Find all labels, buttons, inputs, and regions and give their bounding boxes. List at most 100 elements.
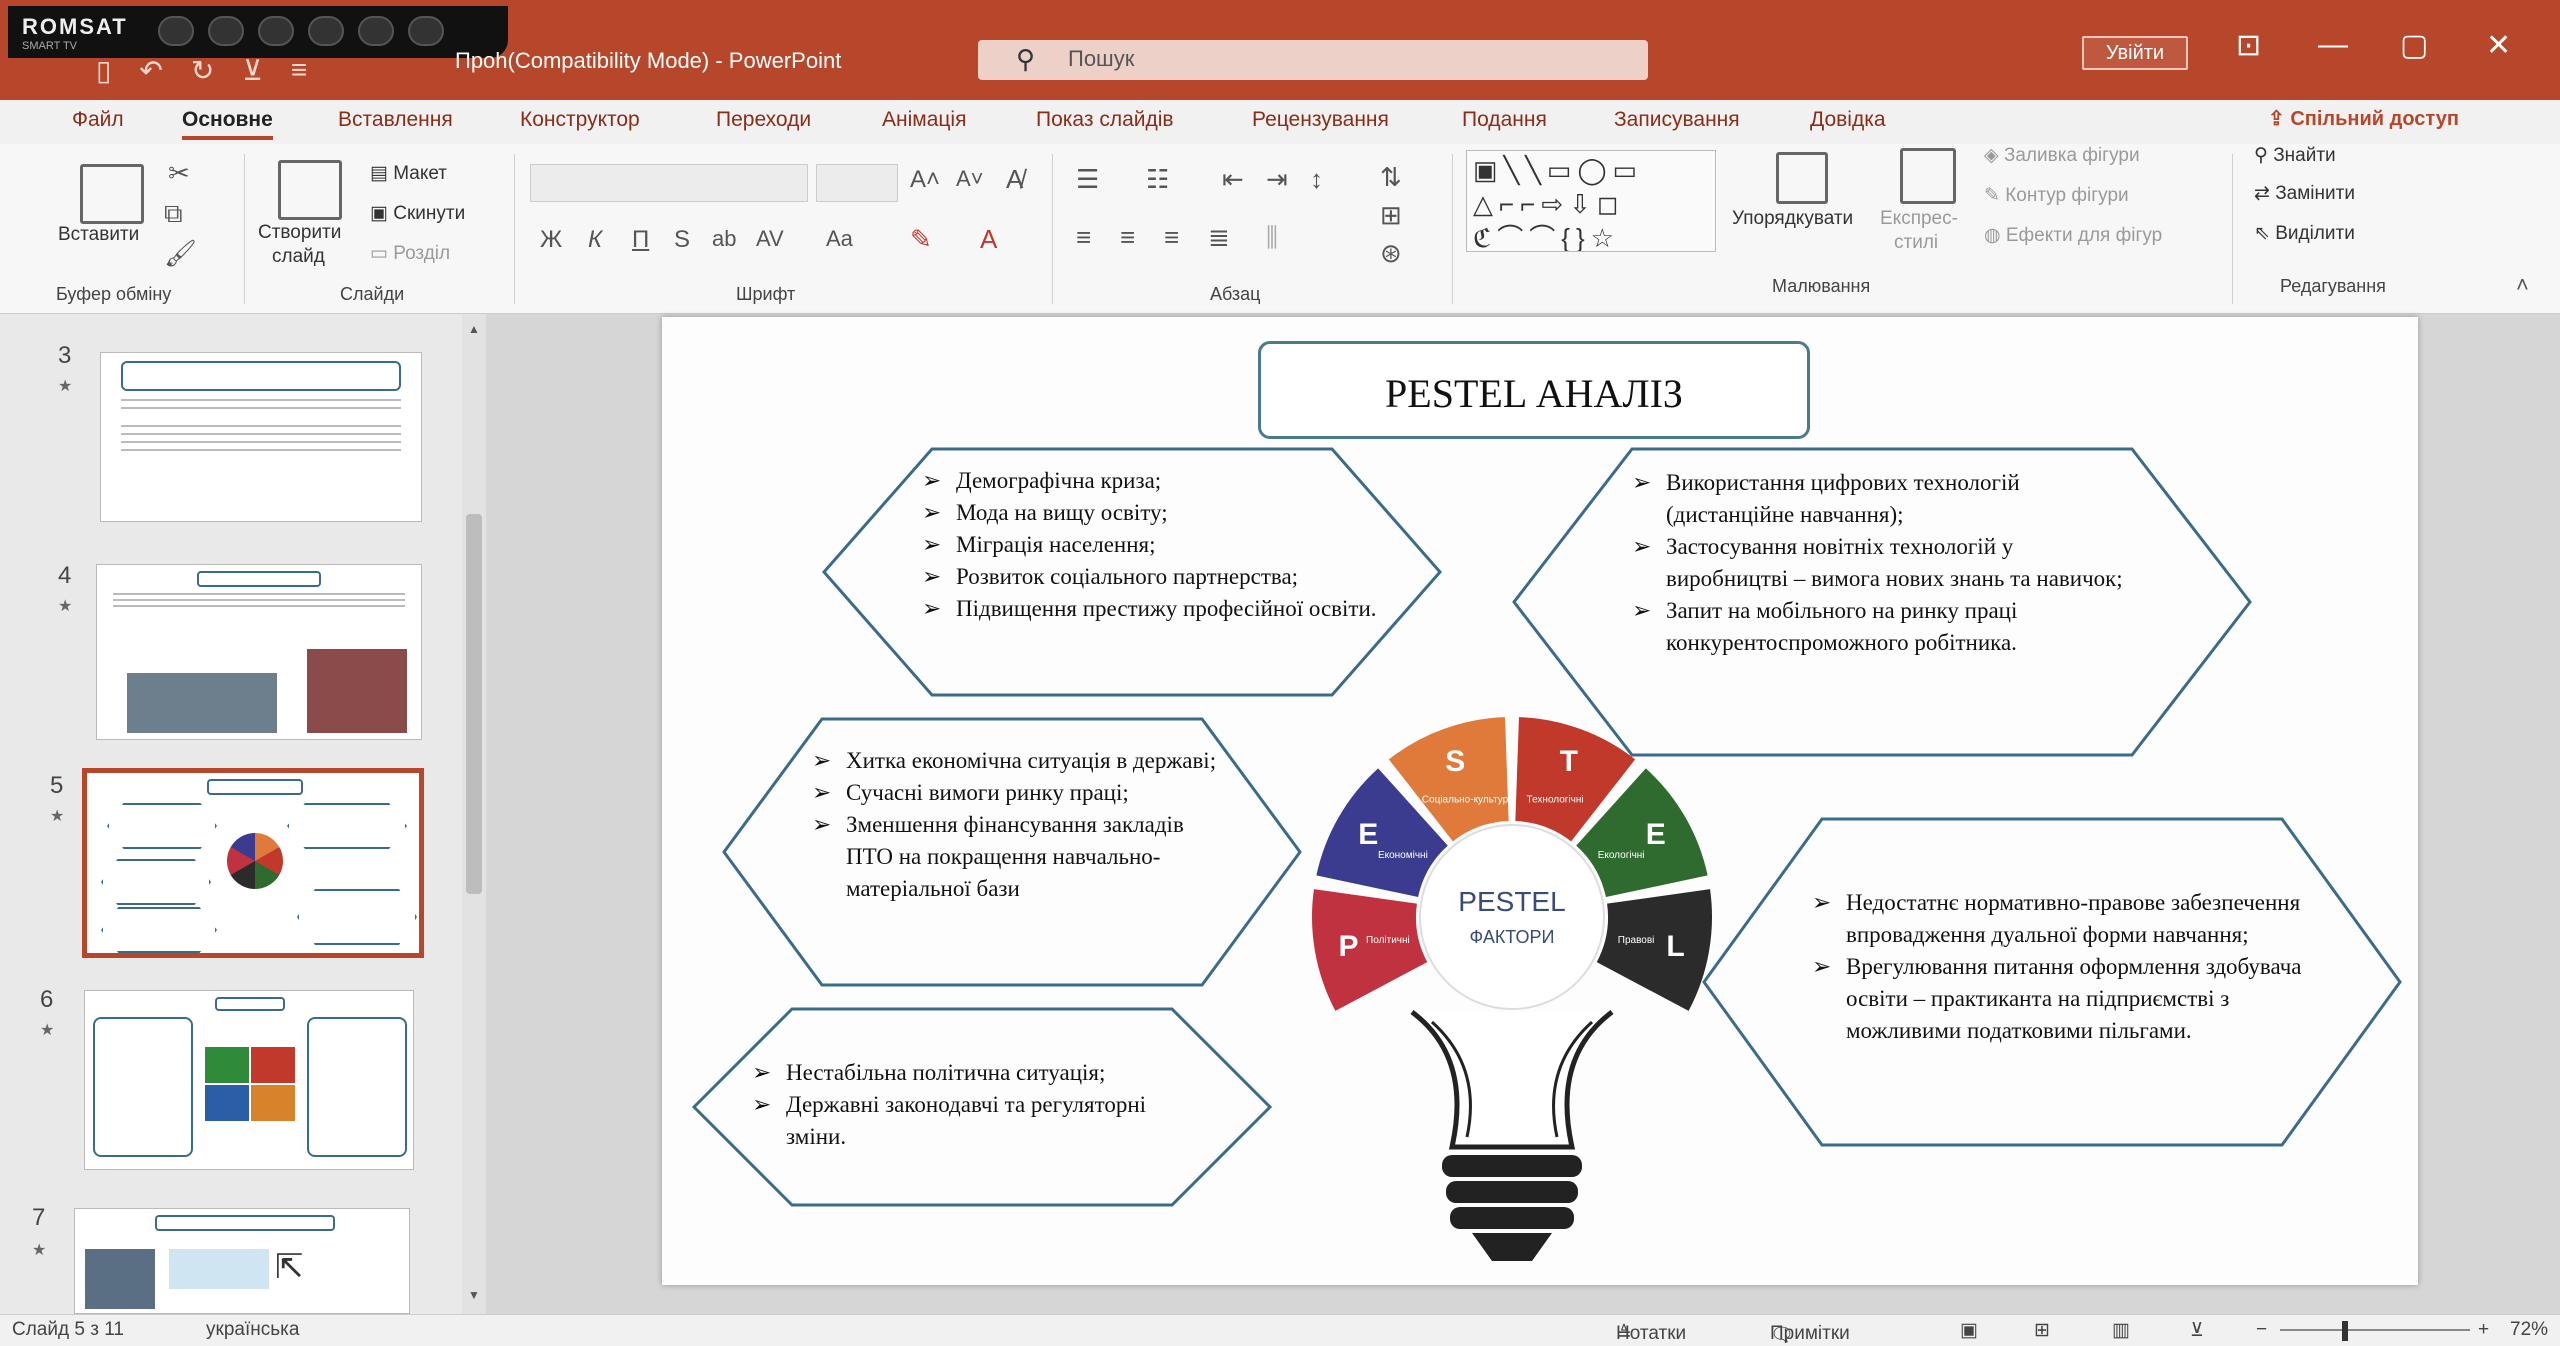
reading-view-icon[interactable]: ▥ [2112, 1319, 2130, 1342]
change-case-button[interactable]: Aa [826, 226, 853, 252]
copy-icon[interactable]: ⧉ [164, 198, 183, 230]
quick-styles-icon[interactable] [1900, 148, 1956, 204]
zoom-slider[interactable] [2280, 1329, 2470, 1331]
italic-button[interactable]: К [588, 226, 602, 254]
close-icon[interactable]: ✕ [2486, 28, 2511, 63]
slide-title[interactable]: PESTEL АНАЛІЗ [1258, 341, 1810, 439]
tab-help[interactable]: Довідка [1810, 108, 1886, 132]
columns-icon[interactable]: ⫼ [1266, 222, 1278, 254]
redo-icon[interactable]: ↻ [191, 54, 214, 87]
slide-thumbnail[interactable] [96, 564, 422, 740]
shadow-button[interactable]: S [674, 226, 690, 254]
select-button[interactable]: ⇖ Виділити [2254, 222, 2355, 245]
new-slide-icon[interactable] [278, 160, 342, 220]
find-button[interactable]: ⚲ Знайти [2254, 144, 2336, 167]
new-slide-label-2[interactable]: слайд [272, 246, 325, 268]
save-icon[interactable]: ▯ [96, 54, 111, 87]
grow-font-icon[interactable]: A˄ [910, 166, 940, 194]
scrollbar-thumb[interactable] [466, 514, 482, 894]
slide-sorter-icon[interactable]: ⊞ [2034, 1319, 2050, 1342]
zoom-slider-thumb[interactable] [2342, 1321, 2348, 1341]
social-factors-box[interactable]: Демографічна криза; Мода на вищу освіту;… [822, 447, 1442, 697]
shape-fill-button[interactable]: ◈ Заливка фігури [1984, 144, 2140, 167]
align-text-icon[interactable]: ⊞ [1380, 200, 1402, 231]
quick-styles-label-1[interactable]: Експрес- [1880, 208, 1958, 230]
slide-number: 3 [58, 342, 72, 369]
slide-thumbnail-selected[interactable] [82, 768, 424, 958]
reset-button[interactable]: ▣ Скинути [370, 202, 465, 225]
shape-outline-button[interactable]: ✎ Контур фігури [1984, 184, 2129, 207]
smartart-icon[interactable]: ⊛ [1380, 238, 1402, 269]
search-box[interactable]: ⚲ Пошук [978, 40, 1648, 80]
font-name-dropdown[interactable] [530, 164, 808, 202]
legal-factors-box[interactable]: Недостатнє нормативно-правове забезпечен… [1702, 817, 2402, 1147]
align-center-icon[interactable]: ≡ [1120, 222, 1135, 253]
tab-record[interactable]: Записування [1614, 108, 1740, 132]
char-spacing-icon[interactable]: AV [756, 226, 784, 252]
pestel-lightbulb-graphic[interactable]: P Політичні E Економічні S Соціально-культурн… [1262, 677, 1762, 1277]
tab-design[interactable]: Конструктор [520, 108, 640, 132]
bold-button[interactable]: Ж [540, 226, 562, 254]
shrink-font-icon[interactable]: A˅ [956, 166, 984, 192]
collapse-ribbon-icon[interactable]: ˄ [2516, 272, 2529, 298]
normal-view-icon[interactable]: ▣ [1960, 1319, 1978, 1342]
quick-styles-label-2[interactable]: стилі [1894, 232, 1938, 254]
clear-format-icon[interactable]: A̸ [1006, 164, 1023, 195]
tab-home[interactable]: Основне [182, 108, 273, 140]
slide-thumbnail[interactable] [100, 352, 422, 522]
highlight-icon[interactable]: ✎ [910, 224, 932, 255]
sign-in-button[interactable]: Увійти [2082, 36, 2188, 70]
undo-icon[interactable]: ↶ [139, 54, 162, 87]
slideshow-view-icon[interactable]: ⊻ [2190, 1319, 2204, 1342]
font-size-dropdown[interactable] [816, 164, 898, 202]
scroll-up-icon[interactable]: ▲ [468, 322, 480, 336]
slide-thumbnail[interactable]: ⇱ [74, 1208, 410, 1314]
ribbon-display-icon[interactable]: ⊡ [2236, 28, 2261, 63]
line-spacing-icon[interactable]: ↕ [1310, 164, 1323, 195]
justify-icon[interactable]: ≣ [1208, 222, 1230, 253]
political-factors-box[interactable]: Нестабільна політична ситуація; Державні… [692, 1007, 1272, 1207]
zoom-in-icon[interactable]: + [2478, 1319, 2489, 1341]
new-slide-label-1[interactable]: Створити [258, 222, 341, 244]
strikethrough-icon[interactable]: ab [712, 226, 736, 252]
align-left-icon[interactable]: ≡ [1076, 222, 1091, 253]
present-icon[interactable]: ⊻ [242, 54, 263, 87]
layout-button[interactable]: ▤ Макет [370, 162, 447, 185]
tab-file[interactable]: Файл [72, 108, 124, 132]
language-indicator[interactable]: українська [206, 1319, 299, 1341]
zoom-out-icon[interactable]: − [2256, 1319, 2267, 1341]
format-painter-icon[interactable]: 🖌 [164, 238, 197, 269]
cut-icon[interactable]: ✂ [168, 158, 190, 189]
maximize-icon[interactable]: ▢ [2400, 28, 2428, 63]
arrange-icon[interactable] [1776, 152, 1828, 204]
numbering-icon[interactable]: ☷ [1146, 164, 1169, 195]
slide-thumbnail[interactable] [84, 990, 414, 1170]
bullets-icon[interactable]: ☰ [1076, 164, 1099, 195]
share-button[interactable]: ⇪ Спільний доступ [2268, 106, 2459, 131]
replace-button[interactable]: ⇄ Замінити [2254, 182, 2355, 205]
tab-animations[interactable]: Анімація [882, 108, 966, 132]
shape-effects-button[interactable]: ◍ Ефекти для фігур [1984, 224, 2162, 247]
align-right-icon[interactable]: ≡ [1164, 222, 1179, 253]
underline-button[interactable]: П [632, 226, 649, 254]
increase-indent-icon[interactable]: ⇥ [1266, 164, 1288, 195]
paste-button[interactable]: Вставити [58, 224, 139, 246]
zoom-level[interactable]: 72% [2510, 1319, 2548, 1341]
customize-qat-icon[interactable]: ≡ [291, 54, 307, 87]
tab-transitions[interactable]: Переходи [716, 108, 811, 132]
minimize-icon[interactable]: — [2318, 28, 2348, 62]
tab-insert[interactable]: Вставлення [338, 108, 453, 132]
shapes-gallery[interactable]: ▣╲╲▭◯▭ △⌐⌐⇨⇩◻ ℭ⌒⌒{}☆ [1466, 150, 1716, 252]
economic-factors-box[interactable]: Хитка економічна ситуація в державі; Суч… [722, 717, 1302, 987]
tab-review[interactable]: Рецензування [1252, 108, 1389, 132]
tab-slideshow[interactable]: Показ слайдів [1036, 108, 1174, 132]
font-color-icon[interactable]: A [980, 224, 997, 255]
arrange-button[interactable]: Упорядкувати [1732, 208, 1853, 230]
tab-view[interactable]: Подання [1462, 108, 1547, 132]
text-direction-icon[interactable]: ⇅ [1380, 162, 1402, 193]
paste-icon[interactable] [80, 164, 144, 224]
thumbnail-scrollbar[interactable]: ▲ ▼ [462, 314, 486, 1314]
section-button[interactable]: ▭ Розділ [370, 242, 450, 265]
scroll-down-icon[interactable]: ▼ [468, 1288, 480, 1302]
decrease-indent-icon[interactable]: ⇤ [1222, 164, 1244, 195]
